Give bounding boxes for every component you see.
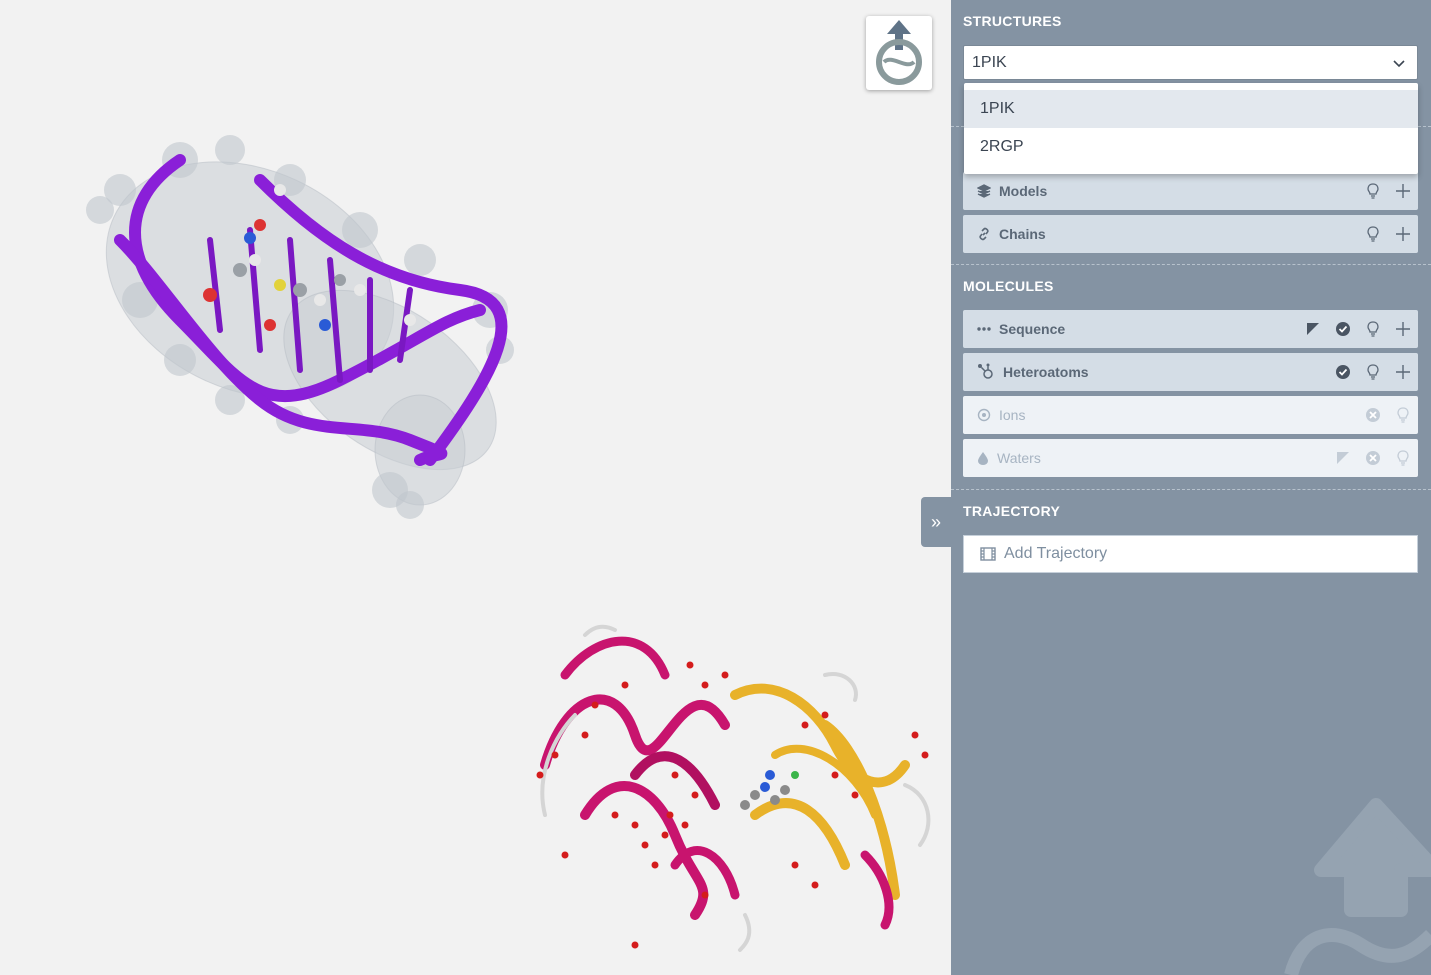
structure-dropdown-menu: 1PIK 2RGP: [964, 83, 1418, 174]
ion-icon: [977, 408, 991, 422]
protein-structure: [536, 624, 931, 952]
upload-logo-icon: [876, 20, 922, 85]
lightbulb-icon[interactable]: [1358, 310, 1388, 348]
structures-section-title: STRUCTURES: [963, 13, 1062, 29]
models-row[interactable]: Models: [963, 172, 1418, 210]
waters-label: Waters: [997, 450, 1041, 466]
watermark-logo-icon: [1284, 798, 1431, 975]
lightbulb-icon[interactable]: [1388, 439, 1418, 477]
section-divider: [951, 489, 1431, 490]
molecules-section-title: MOLECULES: [963, 278, 1054, 294]
collapse-panel-button[interactable]: »: [921, 497, 951, 547]
x-circle-icon[interactable]: [1358, 439, 1388, 477]
structure-select[interactable]: 1PIK: [963, 45, 1418, 80]
lightbulb-icon[interactable]: [1358, 172, 1388, 210]
structure-option[interactable]: 1PIK: [964, 90, 1418, 128]
sequence-label: Sequence: [999, 321, 1066, 337]
link-icon: [979, 227, 989, 241]
check-circle-icon[interactable]: [1328, 310, 1358, 348]
heteroatoms-label: Heteroatoms: [1003, 364, 1089, 380]
chains-label: Chains: [999, 226, 1046, 242]
upload-logo-button[interactable]: [866, 16, 932, 90]
heteroatoms-row[interactable]: Heteroatoms: [963, 353, 1418, 391]
color-scheme-icon[interactable]: [1298, 310, 1328, 348]
control-sidebar: STRUCTURES 1PIK Models Chains MOLECULES: [951, 0, 1431, 975]
chevron-down-icon: [1393, 60, 1405, 68]
double-chevron-right-icon: »: [930, 511, 941, 532]
ions-row[interactable]: Ions: [963, 396, 1418, 434]
plus-icon[interactable]: [1388, 353, 1418, 391]
plus-icon[interactable]: [1388, 172, 1418, 210]
structure-select-value: 1PIK: [972, 53, 1007, 71]
chains-row[interactable]: Chains: [963, 215, 1418, 253]
structure-option[interactable]: 2RGP: [964, 128, 1418, 166]
plus-icon[interactable]: [1388, 310, 1418, 348]
molecular-viewport[interactable]: »: [0, 0, 951, 975]
check-circle-icon[interactable]: [1328, 353, 1358, 391]
ions-label: Ions: [999, 407, 1026, 423]
color-scheme-icon[interactable]: [1328, 439, 1358, 477]
plus-icon[interactable]: [1388, 215, 1418, 253]
film-icon: [980, 547, 996, 561]
sequence-row[interactable]: Sequence: [963, 310, 1418, 348]
lightbulb-icon[interactable]: [1388, 396, 1418, 434]
lightbulb-icon[interactable]: [1358, 353, 1388, 391]
trajectory-section-title: TRAJECTORY: [963, 503, 1061, 519]
layers-icon: [977, 184, 991, 198]
x-circle-icon[interactable]: [1358, 396, 1388, 434]
section-divider: [951, 264, 1431, 265]
dna-structure: [86, 135, 514, 519]
ellipsis-icon: [977, 327, 991, 331]
add-trajectory-label: Add Trajectory: [1004, 545, 1108, 562]
water-drop-icon: [978, 452, 988, 465]
lightbulb-icon[interactable]: [1358, 215, 1388, 253]
add-trajectory-button[interactable]: Add Trajectory: [963, 535, 1418, 573]
models-label: Models: [999, 183, 1048, 199]
waters-row[interactable]: Waters: [963, 439, 1418, 477]
molecule-icon: [978, 363, 993, 379]
